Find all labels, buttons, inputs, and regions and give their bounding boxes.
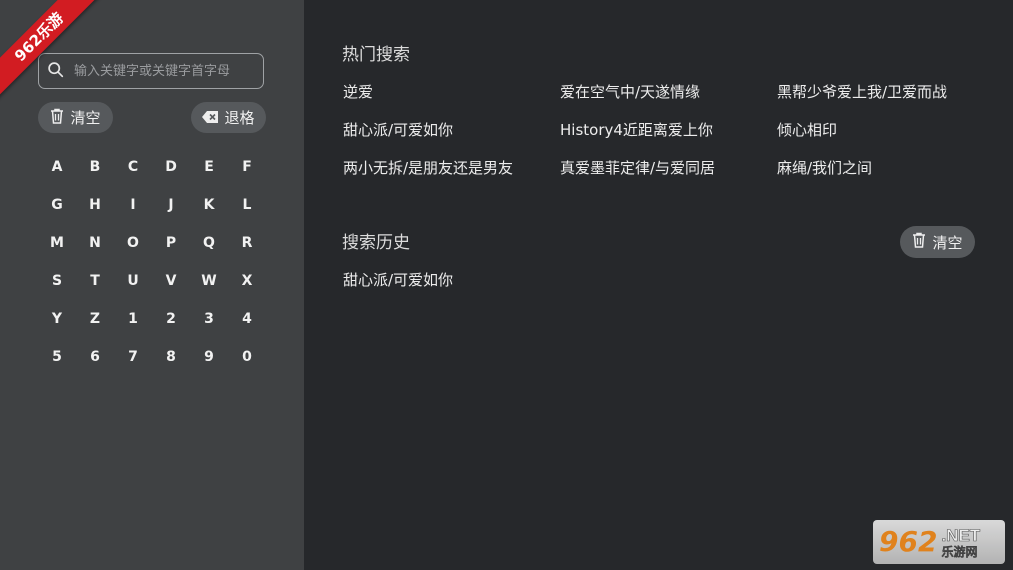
hot-search-item[interactable]: 真爱墨菲定律/与爱同居 bbox=[560, 158, 777, 196]
watermark-number: 962 bbox=[879, 525, 938, 558]
hot-search-item[interactable]: 倾心相印 bbox=[777, 120, 994, 158]
history-item[interactable]: 甜心派/可爱如你 bbox=[343, 269, 453, 290]
key[interactable]: 8 bbox=[152, 338, 190, 376]
ribbon-text: 962乐游 bbox=[0, 0, 102, 100]
key[interactable]: 3 bbox=[190, 300, 228, 338]
key[interactable]: C bbox=[114, 148, 152, 186]
key[interactable]: L bbox=[228, 186, 266, 224]
key[interactable]: D bbox=[152, 148, 190, 186]
hot-search-list: 逆爱 爱在空气中/天遂情缘 黑帮少爷爱上我/卫爱而战 甜心派/可爱如你 Hist… bbox=[343, 82, 994, 196]
key[interactable]: Q bbox=[190, 224, 228, 262]
hot-search-item[interactable]: History4近距离爱上你 bbox=[560, 120, 777, 158]
trash-icon bbox=[912, 232, 932, 252]
key[interactable]: 2 bbox=[152, 300, 190, 338]
key[interactable]: G bbox=[38, 186, 76, 224]
key[interactable]: B bbox=[76, 148, 114, 186]
key[interactable]: V bbox=[152, 262, 190, 300]
clear-history-label: 清空 bbox=[932, 233, 963, 252]
watermark-logo: 962 .NET 乐游网 bbox=[873, 520, 1005, 564]
search-history-title: 搜索历史 bbox=[342, 233, 410, 253]
key[interactable]: J bbox=[152, 186, 190, 224]
key[interactable]: N bbox=[76, 224, 114, 262]
key[interactable]: 0 bbox=[228, 338, 266, 376]
key[interactable]: R bbox=[228, 224, 266, 262]
key[interactable]: W bbox=[190, 262, 228, 300]
key[interactable]: T bbox=[76, 262, 114, 300]
hot-search-item[interactable]: 爱在空气中/天遂情缘 bbox=[560, 82, 777, 120]
trash-icon bbox=[50, 108, 70, 128]
key[interactable]: K bbox=[190, 186, 228, 224]
watermark-net: .NET bbox=[941, 525, 981, 545]
key[interactable]: M bbox=[38, 224, 76, 262]
hot-search-item[interactable]: 逆爱 bbox=[343, 82, 560, 120]
clear-history-button[interactable]: 清空 bbox=[900, 226, 975, 258]
key[interactable]: Y bbox=[38, 300, 76, 338]
key[interactable]: F bbox=[228, 148, 266, 186]
key[interactable]: 6 bbox=[76, 338, 114, 376]
key[interactable]: 4 bbox=[228, 300, 266, 338]
hot-search-item[interactable]: 麻绳/我们之间 bbox=[777, 158, 994, 196]
key[interactable]: O bbox=[114, 224, 152, 262]
key[interactable]: H bbox=[76, 186, 114, 224]
backspace-button[interactable]: 退格 bbox=[191, 102, 266, 133]
key[interactable]: 9 bbox=[190, 338, 228, 376]
key[interactable]: X bbox=[228, 262, 266, 300]
clear-input-label: 清空 bbox=[70, 109, 101, 127]
watermark-cn: 乐游网 bbox=[941, 544, 978, 559]
letter-keyboard: A B C D E F G H I J K L M N O P Q R S T … bbox=[38, 148, 266, 376]
key[interactable]: E bbox=[190, 148, 228, 186]
hot-search-title: 热门搜索 bbox=[342, 45, 410, 65]
key[interactable]: S bbox=[38, 262, 76, 300]
key[interactable]: A bbox=[38, 148, 76, 186]
hot-search-item[interactable]: 黑帮少爷爱上我/卫爱而战 bbox=[777, 82, 994, 120]
key[interactable]: 5 bbox=[38, 338, 76, 376]
hot-search-item[interactable]: 甜心派/可爱如你 bbox=[343, 120, 560, 158]
key[interactable]: U bbox=[114, 262, 152, 300]
backspace-icon bbox=[202, 109, 224, 127]
key[interactable]: P bbox=[152, 224, 190, 262]
key[interactable]: 1 bbox=[114, 300, 152, 338]
results-panel: 热门搜索 逆爱 爱在空气中/天遂情缘 黑帮少爷爱上我/卫爱而战 甜心派/可爱如你… bbox=[304, 0, 1013, 570]
key[interactable]: I bbox=[114, 186, 152, 224]
hot-search-item[interactable]: 两小无拆/是朋友还是男友 bbox=[343, 158, 560, 196]
backspace-label: 退格 bbox=[224, 109, 255, 127]
corner-ribbon: 962乐游 bbox=[0, 0, 110, 110]
key[interactable]: Z bbox=[76, 300, 114, 338]
key[interactable]: 7 bbox=[114, 338, 152, 376]
